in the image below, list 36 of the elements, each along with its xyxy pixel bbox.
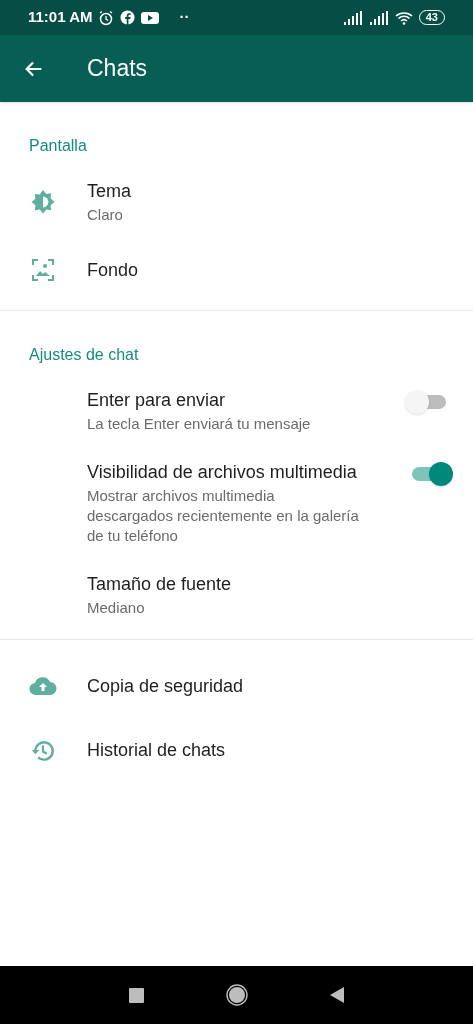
item-title: Fondo	[87, 259, 140, 282]
section-header: Pantalla	[28, 136, 88, 156]
status-dots: ··	[179, 7, 190, 28]
item-title: Enter para enviar	[87, 389, 227, 412]
signal-icon	[342, 10, 363, 25]
settings-item[interactable]: Visibilidad de archivos multimedia Mostrar archivos multimedia descargados recientemente en la galería de tu teléfono	[0, 447, 473, 559]
recents-button[interactable]	[129, 987, 144, 1003]
brightness-icon	[29, 189, 56, 215]
settings-item[interactable]: Tamaño de fuente Mediano	[0, 559, 473, 631]
item-subtitle: Claro	[87, 205, 124, 225]
item-title: Tema	[87, 180, 132, 203]
history-icon	[29, 738, 56, 764]
item-title: Visibilidad de archivos multimedia	[87, 461, 358, 484]
section-header: Ajustes de chat	[28, 345, 140, 365]
status-time: 11:01 AM	[28, 7, 93, 28]
circle-f-icon	[120, 10, 136, 25]
settings-item[interactable]: Fondo	[0, 238, 473, 302]
item-title: Copia de seguridad	[87, 675, 245, 698]
item-subtitle: Mediano	[87, 598, 146, 618]
cloud-upload-icon	[28, 675, 57, 697]
play-icon	[141, 10, 160, 25]
item-title: Tamaño de fuente	[87, 573, 233, 596]
screen-title: Chats	[87, 54, 148, 84]
alarm-icon	[98, 9, 115, 26]
settings-item[interactable]: Enter para enviar La tecla Enter enviará tu mensaje	[0, 375, 473, 447]
back-nav-button[interactable]	[330, 987, 344, 1003]
item-subtitle: La tecla Enter enviará tu mensaje	[87, 414, 312, 434]
signal-icon	[368, 10, 389, 25]
settings-item[interactable]: Historial de chats	[0, 718, 473, 784]
item-title: Historial de chats	[87, 739, 227, 762]
wifi-icon	[394, 10, 413, 25]
item-subtitle: Mostrar archivos multimedia descargados recientemente en la galería de tu teléfono	[87, 486, 360, 546]
home-button[interactable]	[226, 984, 248, 1006]
wallpaper-icon	[30, 258, 55, 282]
settings-item[interactable]: Tema Claro	[0, 166, 473, 238]
settings-item[interactable]: Copia de seguridad	[0, 654, 473, 718]
